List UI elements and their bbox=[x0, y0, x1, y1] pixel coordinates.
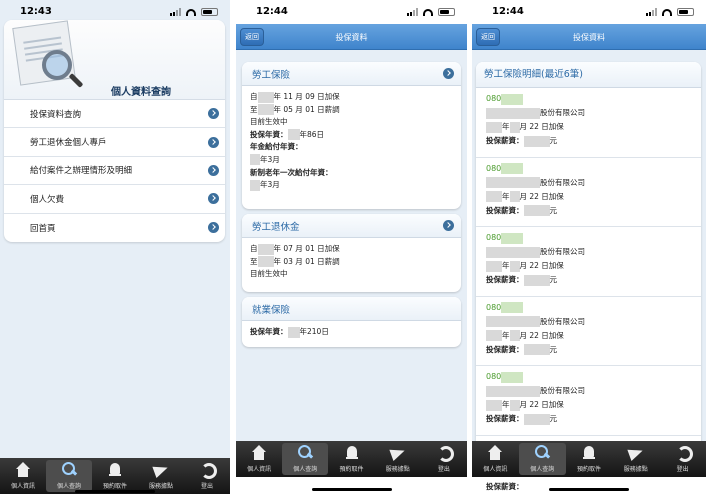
nav-bar: 返回 投保資料 bbox=[472, 24, 706, 50]
tab-personal-info[interactable]: 個人資訊 bbox=[472, 441, 519, 477]
personal-query-menu: 個人資料查詢 投保資料查詢 勞工退休金個人專戶 給付案件之辦理情形及明細 個人欠… bbox=[4, 20, 225, 242]
list-item: 080 股份有限公司 年月 22 日加保 投保薪資：元 bbox=[476, 366, 701, 436]
magnifier-icon bbox=[42, 50, 72, 80]
search-icon bbox=[296, 445, 314, 461]
bell-icon bbox=[106, 462, 124, 478]
labor-pension-card[interactable]: 勞工退休金 自年 07 月 01 日加保 至年 03 月 01 日薪調 目前生效… bbox=[242, 214, 461, 292]
refresh-icon bbox=[435, 445, 454, 462]
card-header: 勞工保險 bbox=[242, 62, 461, 86]
tab-logout[interactable]: 登出 bbox=[184, 458, 230, 494]
tab-service-locations[interactable]: 服務據點 bbox=[612, 441, 659, 477]
tab-personal-info[interactable]: 個人資訊 bbox=[0, 458, 46, 494]
status-bar: 12:44 bbox=[472, 0, 706, 24]
phone-screen-menu: 12:43 個人資料查詢 投保資料查詢 勞工退休金個人專戶 給付案件之辦理情形及… bbox=[0, 0, 230, 494]
tab-appointment[interactable]: 預約取件 bbox=[566, 441, 613, 477]
wifi-icon bbox=[186, 8, 196, 16]
menu-item-home[interactable]: 回首頁 bbox=[4, 214, 225, 242]
list-item: 080 股份有限公司 年月 22 日加保 投保薪資：元 bbox=[476, 88, 701, 158]
battery-icon bbox=[677, 8, 694, 16]
card-header: 勞工退休金 bbox=[242, 214, 461, 238]
signal-icon bbox=[407, 8, 418, 16]
status-time: 12:44 bbox=[256, 6, 288, 17]
menu-item-pension-account[interactable]: 勞工退休金個人專戶 bbox=[4, 128, 225, 157]
employment-insurance-card: 就業保險 投保年資： 年210日 bbox=[242, 297, 461, 347]
chevron-right-icon bbox=[208, 193, 219, 205]
tab-personal-info[interactable]: 個人資訊 bbox=[236, 441, 282, 477]
menu-header: 個人資料查詢 bbox=[4, 20, 225, 100]
chevron-right-icon bbox=[208, 164, 219, 176]
send-icon bbox=[152, 462, 170, 478]
tab-appointment[interactable]: 預約取件 bbox=[92, 458, 138, 494]
card-header: 就業保險 bbox=[242, 297, 461, 321]
search-icon bbox=[533, 445, 551, 461]
tab-logout[interactable]: 登出 bbox=[659, 441, 706, 477]
search-icon bbox=[60, 462, 78, 478]
menu-item-label: 回首頁 bbox=[30, 223, 56, 234]
wifi-icon bbox=[662, 8, 672, 16]
battery-icon bbox=[438, 8, 455, 16]
nav-bar: 返回 投保資料 bbox=[236, 24, 467, 50]
menu-title: 個人資料查詢 bbox=[111, 87, 171, 98]
home-icon bbox=[14, 462, 32, 478]
menu-item-insurance-query[interactable]: 投保資料查詢 bbox=[4, 100, 225, 129]
menu-item-label: 給付案件之辦理情形及明細 bbox=[30, 166, 133, 177]
tab-personal-query[interactable]: 個人查詢 bbox=[518, 443, 566, 475]
list-item: 080 股份有限公司 年月 22 日加保 投保薪資：元 bbox=[476, 297, 701, 367]
tab-bar: 個人資訊 個人查詢 預約取件 服務據點 登出 bbox=[236, 441, 467, 477]
tab-service-locations[interactable]: 服務據點 bbox=[138, 458, 184, 494]
tab-logout[interactable]: 登出 bbox=[421, 441, 467, 477]
tab-service-locations[interactable]: 服務據點 bbox=[375, 441, 421, 477]
tab-personal-query[interactable]: 個人查詢 bbox=[282, 443, 329, 475]
chevron-right-icon bbox=[208, 222, 219, 234]
list-header: 勞工保險明細(最近6筆) bbox=[476, 62, 701, 88]
wifi-icon bbox=[423, 8, 433, 16]
bell-icon bbox=[343, 445, 361, 461]
list-item: 080 股份有限公司 年月 22 日加保 投保薪資：元 bbox=[476, 158, 701, 228]
page-title: 投保資料 bbox=[335, 33, 368, 42]
list-item: 080 股份有限公司 年月 22 日加保 投保薪資：元 bbox=[476, 227, 701, 297]
refresh-icon bbox=[674, 445, 693, 462]
phone-screen-insurance-data: 12:44 返回 投保資料 勞工保險 自年 11 月 09 日加保 至年 05 … bbox=[236, 0, 467, 494]
bell-icon bbox=[580, 445, 598, 461]
tab-personal-query[interactable]: 個人查詢 bbox=[46, 460, 92, 492]
chevron-right-icon bbox=[208, 136, 219, 148]
status-bar: 12:44 bbox=[236, 0, 467, 24]
home-icon bbox=[486, 445, 504, 461]
chevron-right-icon bbox=[443, 220, 454, 231]
labor-insurance-card[interactable]: 勞工保險 自年 11 月 09 日加保 至年 05 月 01 日薪調 目前生效中… bbox=[242, 62, 461, 209]
menu-item-arrears[interactable]: 個人欠費 bbox=[4, 185, 225, 214]
status-time: 12:44 bbox=[492, 6, 524, 17]
menu-item-label: 個人欠費 bbox=[30, 194, 65, 205]
page-title: 投保資料 bbox=[573, 33, 605, 42]
home-indicator bbox=[311, 488, 392, 491]
home-indicator bbox=[75, 490, 155, 493]
status-time: 12:43 bbox=[20, 6, 52, 17]
menu-item-benefit-cases[interactable]: 給付案件之辦理情形及明細 bbox=[4, 157, 225, 186]
tab-appointment[interactable]: 預約取件 bbox=[328, 441, 374, 477]
signal-icon bbox=[646, 8, 657, 16]
chevron-right-icon bbox=[443, 68, 454, 79]
tab-bar: 個人資訊 個人查詢 預約取件 服務據點 登出 bbox=[472, 441, 706, 477]
signal-icon bbox=[170, 8, 181, 16]
labor-insurance-detail-list: 勞工保險明細(最近6筆) 080 股份有限公司 年月 22 日加保 投保薪資：元… bbox=[476, 62, 701, 452]
battery-icon bbox=[201, 8, 218, 16]
send-icon bbox=[389, 445, 407, 461]
menu-item-label: 勞工退休金個人專戶 bbox=[30, 138, 107, 149]
send-icon bbox=[627, 445, 645, 461]
home-icon bbox=[250, 445, 268, 461]
home-indicator bbox=[549, 488, 629, 491]
menu-item-label: 投保資料查詢 bbox=[30, 109, 82, 120]
phone-screen-insurance-detail: 12:44 返回 投保資料 勞工保險明細(最近6筆) 080 股份有限公司 年月… bbox=[472, 0, 706, 494]
tab-bar: 個人資訊 個人查詢 預約取件 服務據點 登出 bbox=[0, 458, 230, 494]
refresh-icon bbox=[198, 462, 217, 479]
chevron-right-icon bbox=[208, 108, 219, 120]
salary-label-partial: 投保薪資： bbox=[486, 482, 524, 491]
